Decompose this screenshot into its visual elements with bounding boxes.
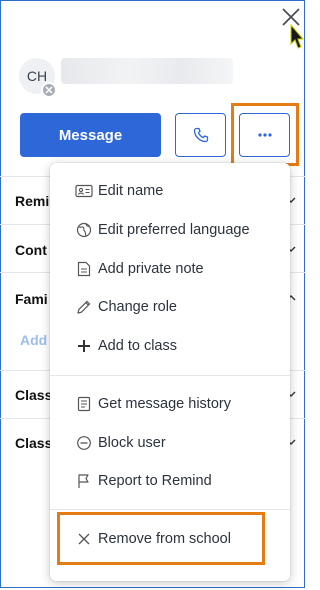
- section-label: Class: [15, 435, 53, 451]
- plus-icon: [75, 337, 93, 355]
- menu-item-change-role[interactable]: Change role: [50, 289, 290, 325]
- menu-item-label: Add private note: [98, 261, 204, 277]
- section-label: Cont: [15, 242, 47, 258]
- call-button[interactable]: [175, 113, 226, 157]
- menu-divider: [50, 375, 290, 376]
- more-options-button[interactable]: [239, 113, 290, 157]
- flag-icon: [75, 472, 93, 490]
- menu-item-edit-language[interactable]: Edit preferred language: [50, 212, 290, 248]
- note-icon: [75, 260, 93, 278]
- menu-item-label: Block user: [98, 435, 166, 451]
- menu-item-label: Change role: [98, 299, 177, 315]
- more-horizontal-icon: [257, 133, 272, 137]
- menu-item-label: Edit name: [98, 183, 164, 199]
- menu-item-label: Get message history: [98, 396, 231, 412]
- block-icon: [75, 434, 93, 452]
- menu-item-remove-from-school[interactable]: Remove from school: [50, 521, 290, 557]
- menu-item-add-private-note[interactable]: Add private note: [50, 251, 290, 287]
- phone-icon: [193, 127, 208, 143]
- document-icon: [75, 395, 93, 413]
- menu-divider: [50, 509, 290, 510]
- small-close-icon: [45, 86, 53, 94]
- menu-item-get-message-history[interactable]: Get message history: [50, 386, 290, 422]
- mouse-cursor-icon: [290, 24, 304, 49]
- menu-item-block-user[interactable]: Block user: [50, 425, 290, 461]
- section-label: Class: [15, 387, 53, 403]
- close-x-icon: [75, 530, 93, 548]
- menu-item-report-to-remind[interactable]: Report to Remind: [50, 463, 290, 499]
- pencil-icon: [75, 298, 93, 316]
- add-family-link[interactable]: Add: [20, 332, 47, 348]
- user-name-redacted: [61, 58, 233, 84]
- more-options-menu: Edit name Edit preferred language Add pr…: [50, 163, 290, 581]
- menu-item-label: Remove from school: [98, 531, 231, 547]
- menu-item-add-to-class[interactable]: Add to class: [50, 328, 290, 364]
- section-label: Fami: [15, 291, 48, 307]
- id-card-icon: [75, 182, 93, 200]
- menu-item-edit-name[interactable]: Edit name: [50, 173, 290, 209]
- avatar-initials: CH: [26, 68, 48, 84]
- menu-item-label: Report to Remind: [98, 473, 212, 489]
- globe-icon: [75, 221, 93, 239]
- menu-item-label: Add to class: [98, 338, 177, 354]
- menu-item-label: Edit preferred language: [98, 222, 250, 238]
- avatar-status-badge: [41, 82, 57, 98]
- section-label: Remi: [15, 193, 50, 209]
- message-button[interactable]: Message: [20, 113, 161, 157]
